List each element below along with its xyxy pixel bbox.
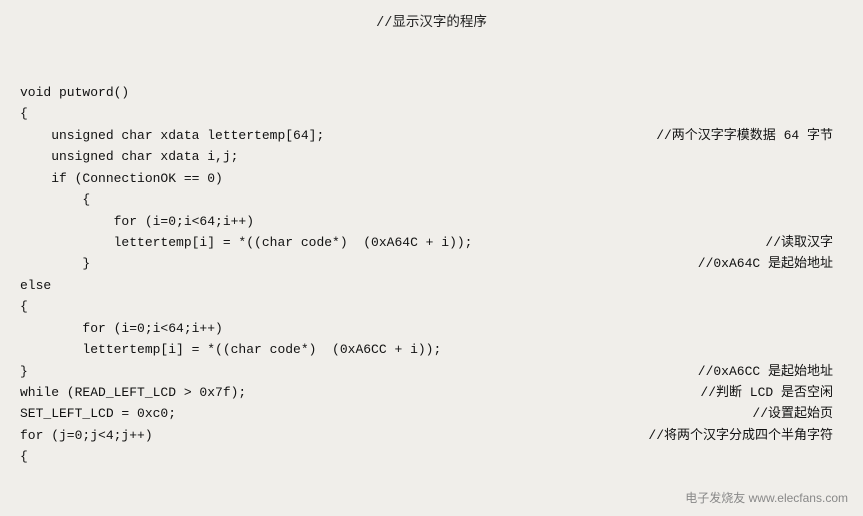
code-line: if (ConnectionOK == 0) xyxy=(20,168,843,189)
code-text: else xyxy=(20,275,51,296)
code-line: for (i=0;i<64;i++) xyxy=(20,318,843,339)
code-line: unsigned char xdata i,j; xyxy=(20,146,843,167)
code-line: else xyxy=(20,275,843,296)
code-comment: //将两个汉字分成四个半角字符 xyxy=(648,425,843,446)
code-comment: //0xA6CC 是起始地址 xyxy=(698,361,843,382)
code-comment: //0xA64C 是起始地址 xyxy=(698,253,843,274)
code-text: for (i=0;i<64;i++) xyxy=(20,211,254,232)
code-text: SET_LEFT_LCD = 0xc0; xyxy=(20,403,176,424)
code-text: while (READ_LEFT_LCD > 0x7f); xyxy=(20,382,246,403)
code-line: for (j=0;j<4;j++) //将两个汉字分成四个半角字符 xyxy=(20,425,843,446)
header-comment: //显示汉字的程序 xyxy=(20,10,843,31)
code-line: lettertemp[i] = *((char code*) (0xA64C +… xyxy=(20,232,843,253)
code-line: { xyxy=(20,446,843,467)
code-text: unsigned char xdata i,j; xyxy=(20,146,238,167)
code-text: } xyxy=(20,361,28,382)
code-line: { xyxy=(20,103,843,124)
code-text: for (i=0;i<64;i++) xyxy=(20,318,223,339)
code-text: if (ConnectionOK == 0) xyxy=(20,168,223,189)
watermark: 电子发烧友 www.elecfans.com xyxy=(685,489,848,506)
code-text: lettertemp[i] = *((char code*) (0xA64C +… xyxy=(20,232,472,253)
code-line: lettertemp[i] = *((char code*) (0xA6CC +… xyxy=(20,339,843,360)
code-line: for (i=0;i<64;i++) xyxy=(20,211,843,232)
code-line: void putword() xyxy=(20,82,843,103)
code-text: { xyxy=(20,296,28,317)
code-comment: //设置起始页 xyxy=(752,403,843,424)
code-text: } xyxy=(20,253,90,274)
code-text: lettertemp[i] = *((char code*) (0xA6CC +… xyxy=(20,339,441,360)
code-line: unsigned char xdata lettertemp[64]; //两个汉… xyxy=(20,125,843,146)
page: //显示汉字的程序 void putword(){ unsigned char … xyxy=(0,0,863,516)
code-line: } //0xA64C 是起始地址 xyxy=(20,253,843,274)
code-comment: //读取汉字 xyxy=(765,232,843,253)
code-line: } //0xA6CC 是起始地址 xyxy=(20,361,843,382)
code-text: { xyxy=(20,103,28,124)
code-text: unsigned char xdata lettertemp[64]; xyxy=(20,125,324,146)
code-block: void putword(){ unsigned char xdata lett… xyxy=(20,39,843,468)
code-text: void putword() xyxy=(20,82,129,103)
code-line: { xyxy=(20,296,843,317)
code-text: { xyxy=(20,446,28,467)
code-text: { xyxy=(20,189,90,210)
code-line: SET_LEFT_LCD = 0xc0; //设置起始页 xyxy=(20,403,843,424)
code-comment: //判断 LCD 是否空闲 xyxy=(700,382,843,403)
code-line: { xyxy=(20,189,843,210)
code-line: while (READ_LEFT_LCD > 0x7f); //判断 LCD 是否… xyxy=(20,382,843,403)
code-comment: //两个汉字字模数据 64 字节 xyxy=(656,125,843,146)
code-text: for (j=0;j<4;j++) xyxy=(20,425,153,446)
